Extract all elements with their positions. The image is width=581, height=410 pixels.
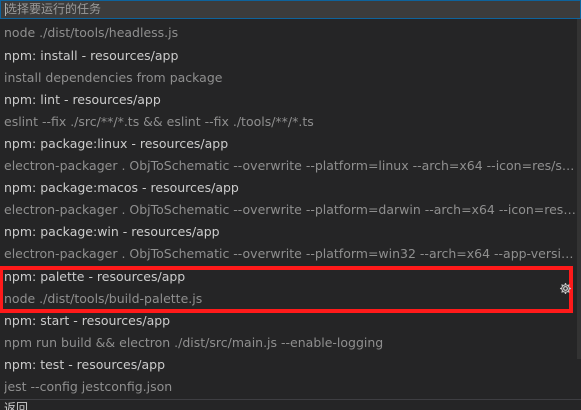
task-label: npm: install - resources/app [4,48,179,63]
task-label: npm: package:macos - resources/app [4,180,239,195]
task-detail: node ./dist/tools/headless.js [4,25,179,40]
task-item-lint[interactable]: npm: lint - resources/app eslint --fix .… [0,88,581,132]
footer-back[interactable]: 返回 [0,399,581,410]
back-label: 返回 [4,401,29,410]
task-label: npm: lint - resources/app [4,92,161,107]
task-detail: electron-packager . ObjToSchematic --ove… [4,158,579,173]
task-search-input[interactable] [3,1,575,18]
task-detail: install dependencies from package [4,70,223,85]
task-detail: electron-packager . ObjToSchematic --ove… [4,202,579,217]
task-item-headless[interactable]: node ./dist/tools/headless.js [0,21,581,43]
task-item-palette[interactable]: npm: palette - resources/app node ./dist… [0,265,581,309]
task-label: npm: palette - resources/app [4,269,186,284]
task-detail: jest --config jestconfig.json [4,379,173,394]
task-item-install[interactable]: npm: install - resources/app install dep… [0,44,581,88]
task-label: npm: test - resources/app [4,357,165,372]
list-scrollbar[interactable] [577,19,581,359]
task-item-start[interactable]: npm: start - resources/app npm run build… [0,309,581,353]
task-item-package-macos[interactable]: npm: package:macos - resources/app elect… [0,176,581,220]
task-label: npm: package:linux - resources/app [4,136,229,151]
task-detail: node ./dist/tools/build-palette.js [4,291,203,306]
task-detail: electron-packager . ObjToSchematic --ove… [4,246,579,261]
text-caret [5,3,6,16]
gear-icon[interactable] [559,280,572,295]
task-item-test[interactable]: npm: test - resources/app jest --config … [0,353,581,397]
task-item-package-linux[interactable]: npm: package:linux - resources/app elect… [0,132,581,176]
task-label: npm: start - resources/app [4,313,171,328]
task-search-box [0,0,581,19]
task-label: npm: package:win - resources/app [4,224,220,239]
task-detail: npm run build && electron ./dist/src/mai… [4,335,384,350]
task-detail: eslint --fix ./src/**/*.ts && eslint --f… [4,114,314,129]
task-quick-pick: node ./dist/tools/headless.js npm: insta… [0,0,581,410]
task-item-package-win[interactable]: npm: package:win - resources/app electro… [0,220,581,264]
